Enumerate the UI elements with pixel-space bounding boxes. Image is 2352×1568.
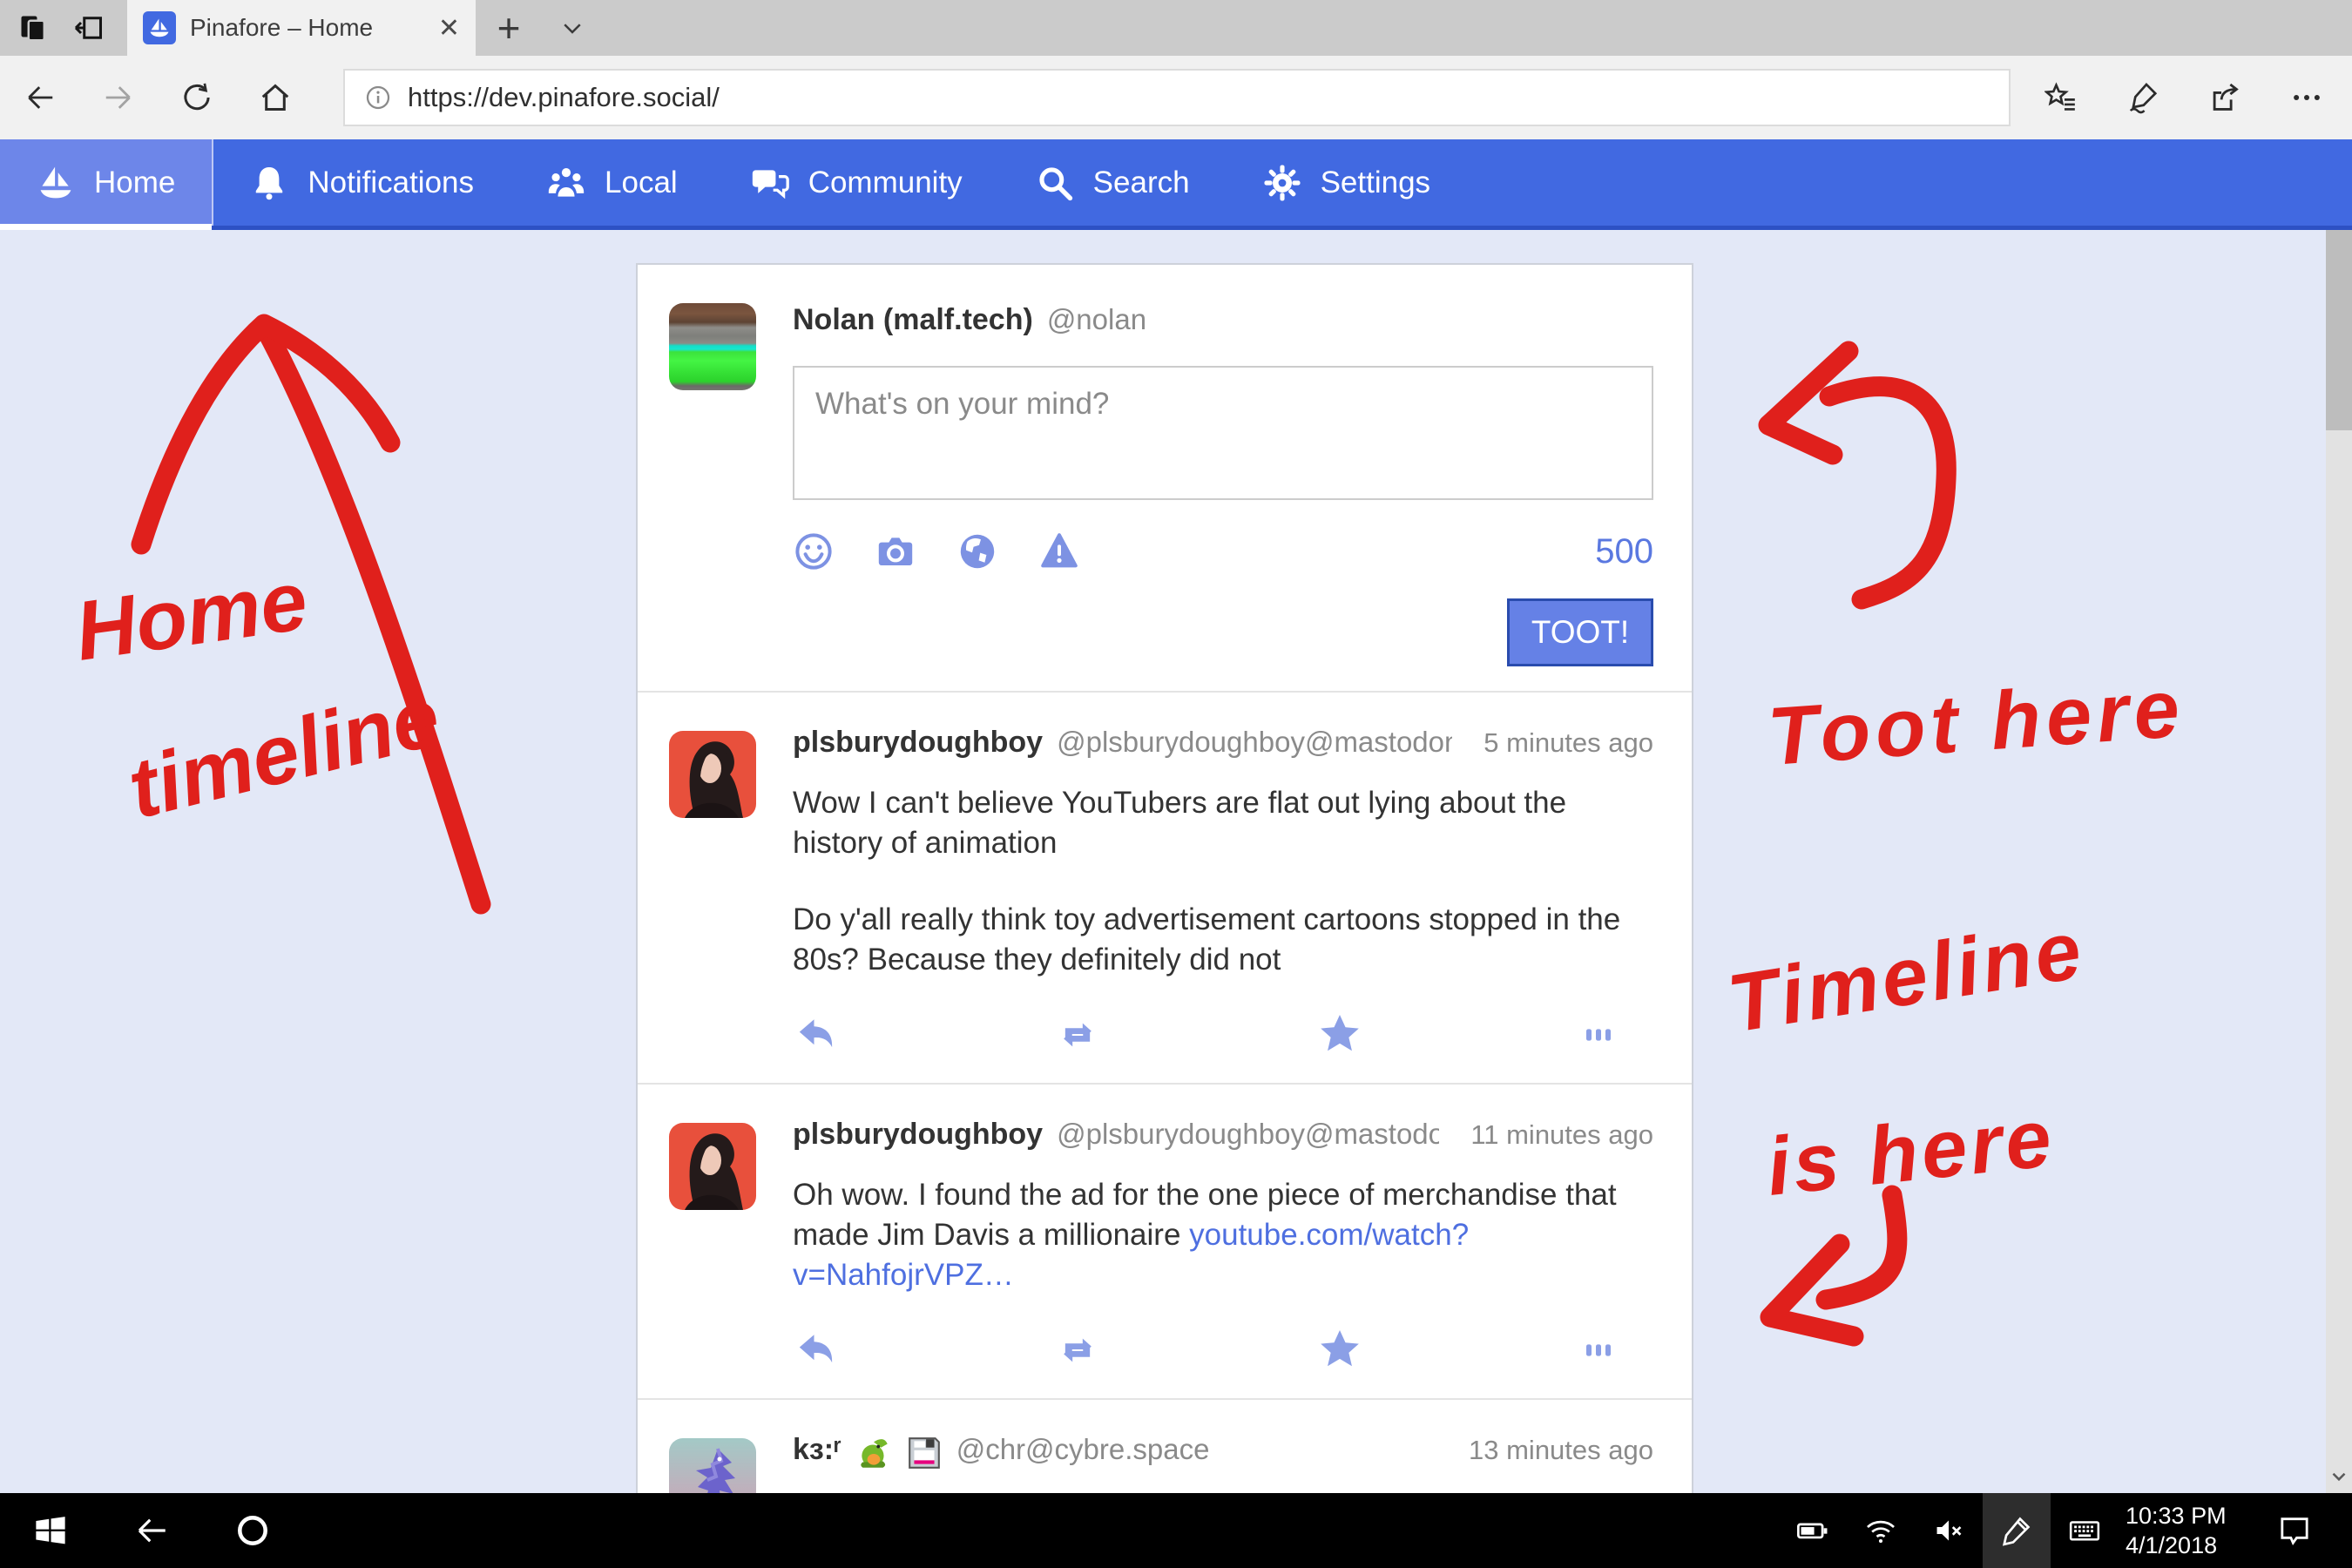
taskbar-back-button[interactable] — [101, 1493, 202, 1568]
tab-list-chevron-icon[interactable] — [542, 0, 603, 56]
nav-item-notifications[interactable]: Notifications — [213, 139, 510, 226]
pinafore-sailboat-icon — [143, 11, 176, 44]
tab-title: Pinafore – Home — [190, 14, 419, 42]
nav-label: Search — [1093, 166, 1190, 200]
boost-icon[interactable] — [1053, 1328, 1102, 1372]
url-text[interactable]: https://dev.pinafore.social/ — [408, 82, 720, 113]
post-2: plsburydoughboy @plsburydoughboy@mastodo… — [638, 1085, 1692, 1398]
toot-button[interactable]: TOOT! — [1507, 598, 1653, 666]
pen-icon[interactable] — [1983, 1493, 2051, 1568]
home-icon[interactable] — [256, 78, 294, 117]
set-tabs-aside-icon[interactable] — [73, 12, 105, 44]
nav-item-community[interactable]: Community — [714, 139, 999, 226]
bell-icon — [250, 164, 288, 202]
post-timestamp[interactable]: 13 minutes ago — [1451, 1435, 1653, 1466]
reply-icon[interactable] — [793, 1013, 840, 1057]
clock-time: 10:33 PM — [2126, 1501, 2249, 1531]
refresh-icon[interactable] — [178, 78, 216, 117]
compose-input[interactable] — [793, 366, 1653, 500]
post-text: Do y'all really think toy advertisement … — [793, 900, 1653, 980]
forward-icon[interactable] — [99, 78, 138, 117]
avatar[interactable] — [669, 1438, 756, 1493]
more-options-icon[interactable] — [2288, 78, 2326, 117]
tab-close-icon[interactable]: ✕ — [438, 13, 460, 44]
share-icon[interactable] — [2206, 78, 2244, 117]
nav-item-search[interactable]: Search — [999, 139, 1227, 226]
post-text: Wow I can't believe YouTubers are flat o… — [793, 783, 1653, 863]
wifi-icon[interactable] — [1847, 1493, 1915, 1568]
timeline-card: Nolan (malf.tech) @nolan 500 TOOT! pls — [636, 263, 1693, 1493]
reply-icon[interactable] — [793, 1328, 840, 1372]
avatar[interactable] — [669, 731, 756, 818]
tab-preview-icon[interactable] — [17, 12, 49, 44]
page-scrollbar[interactable] — [2326, 230, 2352, 1493]
globe-icon[interactable] — [956, 531, 998, 572]
favorite-star-icon[interactable] — [1315, 1011, 1365, 1058]
nav-item-home[interactable]: Home — [0, 139, 213, 226]
touch-keyboard-icon[interactable] — [2051, 1493, 2119, 1568]
windows-taskbar: 10:33 PM 4/1/2018 — [0, 1493, 2352, 1568]
nav-label: Community — [808, 166, 963, 200]
post-timestamp[interactable]: 11 minutes ago — [1453, 1119, 1653, 1151]
address-bar[interactable]: https://dev.pinafore.social/ — [343, 69, 2011, 126]
nav-label: Local — [605, 166, 678, 200]
timeline-page: Nolan (malf.tech) @nolan 500 TOOT! pls — [0, 230, 2352, 1493]
scrollbar-thumb[interactable] — [2326, 230, 2352, 430]
post-timestamp[interactable]: 5 minutes ago — [1466, 727, 1653, 759]
nav-item-settings[interactable]: Settings — [1227, 139, 1467, 226]
battery-icon[interactable] — [1779, 1493, 1847, 1568]
post-1: plsburydoughboy @plsburydoughboy@mastodo… — [638, 693, 1692, 1083]
compose-box-section: Nolan (malf.tech) @nolan 500 TOOT! — [638, 265, 1692, 691]
gear-icon — [1263, 164, 1301, 202]
post-handle: @chr@cybre.space — [956, 1433, 1210, 1466]
action-center-icon[interactable] — [2249, 1493, 2340, 1568]
char-count: 500 — [1595, 532, 1653, 571]
post-3: kз:ʳ @chr@cybre.space 13 minutes ago you… — [638, 1400, 1692, 1493]
content-warning-icon[interactable] — [1038, 531, 1080, 572]
avatar[interactable] — [669, 1123, 756, 1210]
browser-tab[interactable]: Pinafore – Home ✕ — [127, 0, 476, 56]
floppy-disk-emoji — [906, 1435, 943, 1471]
post-handle: @plsburydoughboy@mastodon.so… — [1057, 726, 1452, 759]
people-icon — [547, 164, 585, 202]
speech-bubbles-icon — [751, 164, 789, 202]
clock-date: 4/1/2018 — [2126, 1531, 2249, 1560]
nav-label: Notifications — [308, 166, 474, 200]
web-note-pen-icon[interactable] — [2124, 78, 2162, 117]
compose-display-name[interactable]: Nolan (malf.tech) — [793, 303, 1033, 337]
nav-label: Home — [94, 166, 175, 200]
avatar[interactable] — [669, 303, 756, 390]
boost-icon[interactable] — [1053, 1013, 1102, 1057]
cortana-button[interactable] — [202, 1493, 303, 1568]
camera-icon[interactable] — [875, 531, 916, 572]
post-display-name[interactable]: plsburydoughboy — [793, 1118, 1043, 1152]
taskbar-clock[interactable]: 10:33 PM 4/1/2018 — [2119, 1493, 2249, 1568]
scrollbar-down-arrow-icon[interactable] — [2328, 1465, 2350, 1488]
windows-start-button[interactable] — [0, 1493, 101, 1568]
search-icon — [1036, 164, 1074, 202]
browser-tab-bar: Pinafore – Home ✕ + — [0, 0, 2352, 56]
volume-muted-icon[interactable] — [1915, 1493, 1983, 1568]
post-handle: @plsburydoughboy@mastodon.s… — [1057, 1118, 1439, 1151]
favorite-star-icon[interactable] — [1315, 1327, 1365, 1374]
emoji-icon[interactable] — [793, 531, 835, 572]
favorites-icon[interactable] — [2042, 78, 2080, 117]
new-tab-button[interactable]: + — [476, 0, 542, 56]
post-display-name[interactable]: kз:ʳ — [793, 1433, 841, 1467]
info-circle-icon[interactable] — [364, 84, 392, 112]
compose-handle: @nolan — [1047, 303, 1146, 336]
pinafore-nav: Home Notifications Local Community Searc… — [0, 139, 2352, 230]
dragon-emoji — [855, 1435, 892, 1471]
sailboat-icon — [37, 164, 75, 202]
more-dots-icon[interactable] — [1578, 1333, 1619, 1368]
post-display-name[interactable]: plsburydoughboy — [793, 726, 1043, 760]
nav-item-local[interactable]: Local — [510, 139, 714, 226]
back-icon[interactable] — [21, 78, 59, 117]
browser-toolbar: https://dev.pinafore.social/ — [0, 56, 2352, 139]
more-dots-icon[interactable] — [1578, 1017, 1619, 1052]
nav-label: Settings — [1321, 166, 1430, 200]
